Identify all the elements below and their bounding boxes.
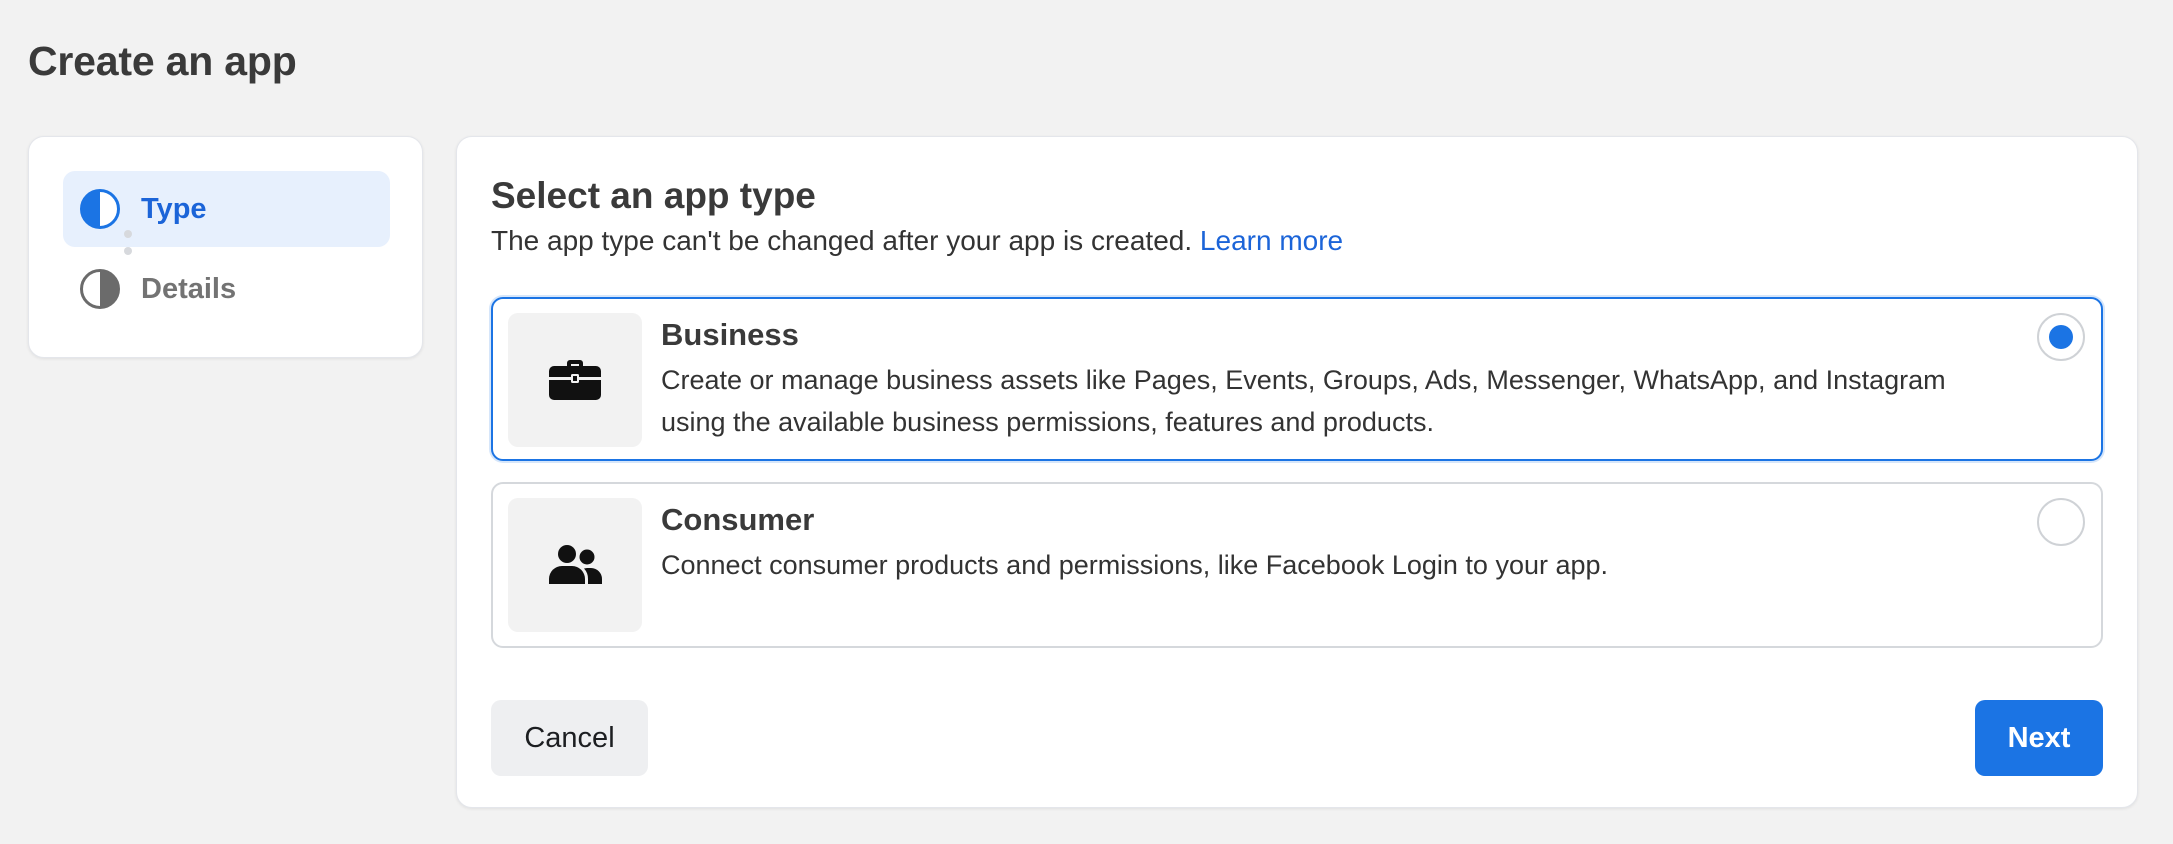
option-icon-box: [508, 498, 642, 632]
step-details[interactable]: Details: [63, 251, 390, 327]
half-circle-icon: [80, 189, 120, 229]
next-button[interactable]: Next: [1975, 700, 2103, 776]
option-icon-box: [508, 313, 642, 447]
steps-panel: Type Details: [28, 136, 423, 358]
option-description: Create or manage business assets like Pa…: [661, 365, 1946, 437]
option-business[interactable]: Business Create or manage business asset…: [491, 297, 2103, 461]
section-subtitle: The app type can't be changed after your…: [491, 225, 1343, 257]
people-icon: [549, 545, 602, 584]
radio-business[interactable]: [2037, 313, 2085, 361]
step-label: Details: [141, 272, 237, 305]
page-title: Create an app: [28, 38, 297, 84]
half-circle-icon: [80, 269, 120, 309]
briefcase-icon: [549, 360, 601, 400]
option-title: Business: [661, 317, 799, 352]
subtitle-text: The app type can't be changed after your…: [491, 225, 1193, 256]
option-description: Connect consumer products and permission…: [661, 550, 1609, 580]
option-title: Consumer: [661, 502, 815, 537]
option-consumer[interactable]: Consumer Connect consumer products and p…: [491, 482, 2103, 648]
learn-more-link[interactable]: Learn more: [1200, 225, 1343, 256]
cancel-button[interactable]: Cancel: [491, 700, 648, 776]
step-label: Type: [141, 192, 207, 225]
section-title: Select an app type: [491, 175, 816, 216]
step-connector-dot: [124, 230, 132, 238]
app-type-card: Select an app type The app type can't be…: [456, 136, 2138, 808]
radio-consumer[interactable]: [2037, 498, 2085, 546]
step-type[interactable]: Type: [63, 171, 390, 247]
